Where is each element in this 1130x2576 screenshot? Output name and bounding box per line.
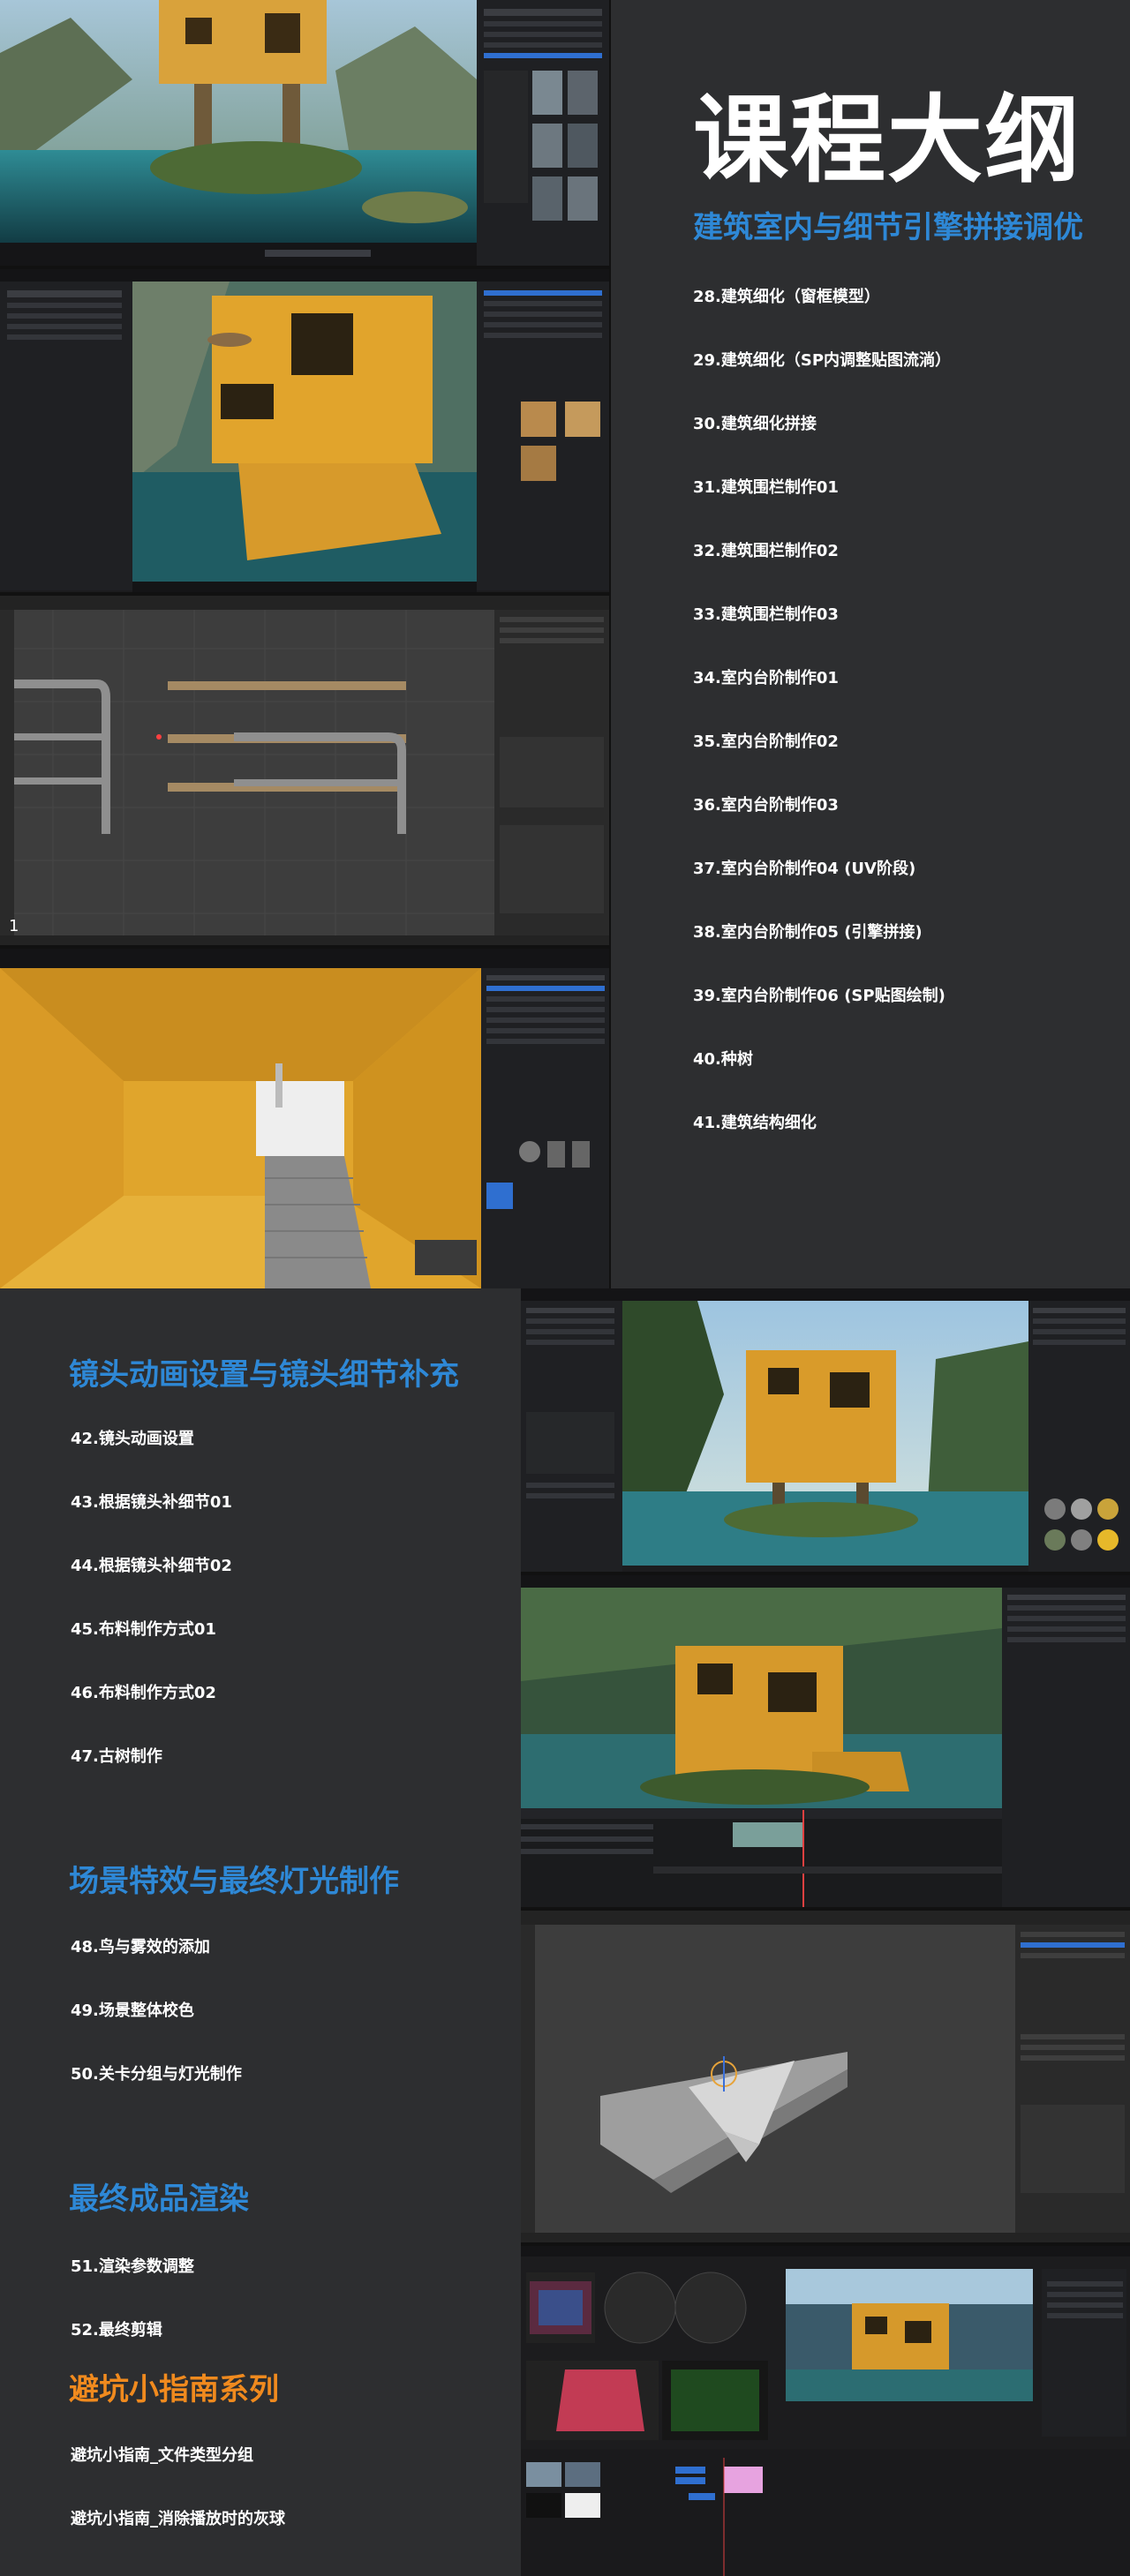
- lesson-item: 40.种树: [693, 1050, 753, 1069]
- lesson-item: 47.古树制作: [71, 1747, 162, 1766]
- lesson-item: 43.根据镜头补细节01: [71, 1493, 232, 1512]
- viewport-number-label: 1: [9, 917, 19, 935]
- section-heading-pitfall-guide: 避坑小指南系列: [69, 2372, 279, 2407]
- lesson-item: 46.布料制作方式02: [71, 1684, 216, 1702]
- lesson-item: 41.建筑结构细化: [693, 1114, 817, 1132]
- lesson-item: 35.室内台阶制作02: [693, 732, 839, 751]
- lesson-item: 44.根据镜头补细节02: [71, 1557, 232, 1575]
- lesson-item: 49.场景整体校色: [71, 2001, 194, 2020]
- blender-viewport: [521, 1911, 1130, 2242]
- lesson-item: 37.室内台阶制作04 (UV阶段): [693, 860, 916, 878]
- colorgrading-screenshot-final-edit: [521, 2246, 1130, 2576]
- lesson-item: 31.建筑围栏制作01: [693, 478, 839, 497]
- engine-viewport-render: [0, 949, 609, 1288]
- section-heading-final-render: 最终成品渲染: [69, 2182, 249, 2217]
- lesson-item: 30.建筑细化拼接: [693, 415, 817, 433]
- engine-viewport-render: [521, 1575, 1130, 1907]
- lesson-item: 28.建筑细化（窗框模型）: [693, 288, 880, 306]
- lesson-item: 32.建筑围栏制作02: [693, 542, 839, 560]
- colorgrading-workspace: [521, 2246, 1130, 2576]
- engine-screenshot-building-closeup: [0, 269, 609, 596]
- lesson-item: 避坑小指南_消除播放时的灰球: [71, 2510, 285, 2528]
- engine-viewport-render: [521, 1288, 1130, 1572]
- lesson-item: 48.鸟与雾效的添加: [71, 1938, 210, 1956]
- lesson-item: 36.室内台阶制作03: [693, 796, 839, 815]
- blender-viewport: 1: [0, 596, 609, 945]
- blender-screenshot-railing: 1: [0, 596, 609, 949]
- lesson-item: 避坑小指南_文件类型分组: [71, 2446, 253, 2465]
- lesson-item: 51.渲染参数调整: [71, 2257, 194, 2276]
- lesson-item: 45.布料制作方式01: [71, 1620, 216, 1639]
- lesson-item: 42.镜头动画设置: [71, 1430, 194, 1448]
- engine-screenshot-lake-scene: [0, 0, 609, 269]
- lesson-item: 50.关卡分组与灯光制作: [71, 2065, 242, 2084]
- engine-screenshot-building-exterior: [521, 1288, 1130, 1575]
- section-heading-effects-lighting: 场景特效与最终灯光制作: [69, 1864, 399, 1899]
- lesson-item: 38.室内台阶制作05 (引擎拼接): [693, 923, 923, 942]
- blender-screenshot-cloth: [521, 1911, 1130, 2246]
- lesson-item: 39.室内台阶制作06 (SP贴图绘制): [693, 987, 945, 1005]
- section-heading-interior-detail: 建筑室内与细节引擎拼接调优: [693, 210, 1083, 245]
- lesson-item: 33.建筑围栏制作03: [693, 605, 839, 624]
- lesson-item: 34.室内台阶制作01: [693, 669, 839, 687]
- lesson-item: 29.建筑细化（SP内调整贴图流淌）: [693, 351, 952, 370]
- bottom-screenshot-column: [521, 1288, 1130, 2576]
- lesson-item: 52.最终剪辑: [71, 2321, 162, 2339]
- engine-viewport-render: [0, 269, 609, 592]
- engine-viewport-render: [0, 0, 609, 266]
- top-screenshot-column: 1: [0, 0, 609, 1288]
- engine-screenshot-interior-stairs: [0, 949, 609, 1288]
- sequencer-screenshot-camera-animation: [521, 1575, 1130, 1911]
- section-heading-camera-animation: 镜头动画设置与镜头细节补充: [69, 1357, 459, 1393]
- page-title: 课程大纲: [693, 86, 1082, 196]
